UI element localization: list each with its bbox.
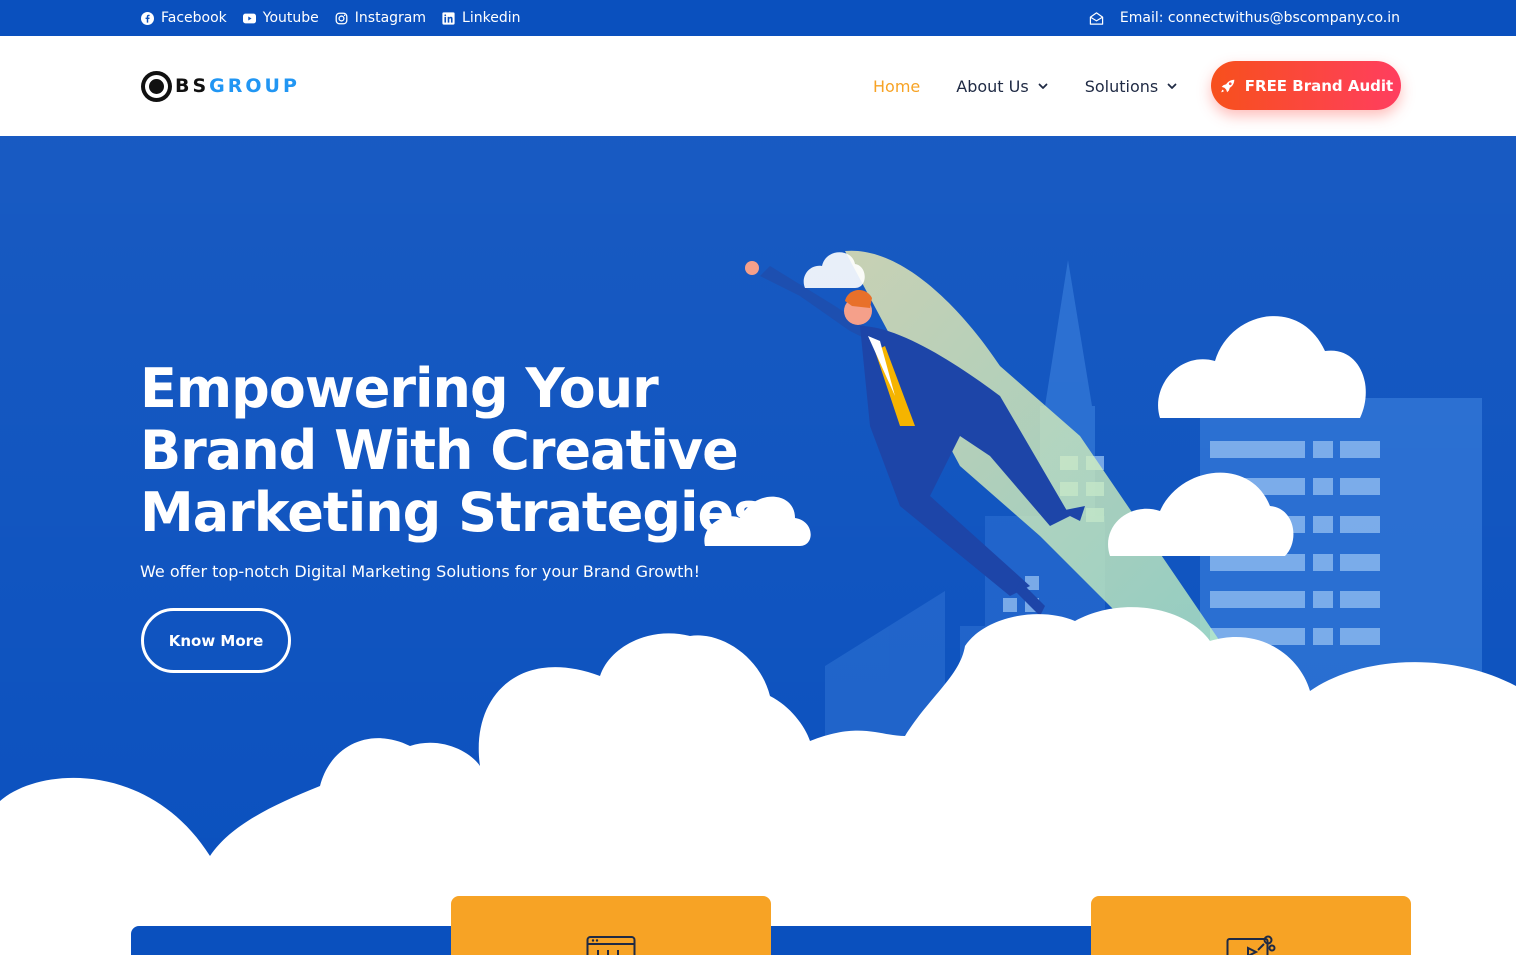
facebook-label: Facebook	[161, 10, 227, 26]
contact-info: Email: connectwithus@bscompany.co.in	[1089, 0, 1400, 36]
feature-card[interactable]	[451, 896, 771, 955]
nav-about-us[interactable]: About Us	[956, 77, 1048, 96]
nav-solutions-label: Solutions	[1084, 76, 1159, 96]
logo-mark-icon	[141, 70, 172, 102]
nav-home[interactable]: Home	[873, 77, 920, 96]
envelope-open-icon	[1089, 11, 1104, 25]
hero-title-line: Marketing Strategies	[140, 481, 765, 544]
logo-text-bs: BS	[175, 75, 210, 97]
hero-subtitle: We offer top-notch Digital Marketing Sol…	[140, 562, 700, 581]
logo-text-group: GROUP	[209, 75, 300, 97]
instagram-link[interactable]: Instagram	[335, 10, 426, 26]
linkedin-label: Linkedin	[462, 10, 521, 26]
chevron-down-icon	[1167, 83, 1177, 89]
youtube-label: Youtube	[262, 10, 319, 26]
site-logo[interactable]: BS GROUP	[141, 70, 300, 102]
instagram-icon	[335, 12, 348, 24]
linkedin-link[interactable]: Linkedin	[442, 10, 520, 26]
facebook-icon	[141, 11, 154, 25]
nav-solutions[interactable]: Solutions	[1085, 77, 1179, 96]
email-text[interactable]: Email: connectwithus@bscompany.co.in	[1120, 10, 1400, 26]
hero-section: Empowering Your Brand With Creative Mark…	[0, 136, 1516, 955]
main-nav: Home About Us Solutions	[873, 36, 1178, 136]
logo-text: BS GROUP	[175, 75, 300, 97]
youtube-link[interactable]: Youtube	[242, 10, 319, 26]
social-links: Facebook Youtube Instagram Linkedin	[141, 0, 520, 36]
hero-title-line: Brand With Creative	[140, 419, 739, 482]
hero-illustration	[0, 136, 1516, 955]
site-header: BS GROUP Home About Us Solutions FREE Br…	[0, 36, 1516, 136]
top-bar: Facebook Youtube Instagram Linkedin Emai…	[0, 0, 1516, 36]
hero-title: Empowering Your Brand With Creative Mark…	[140, 358, 820, 544]
calendar-icon	[586, 936, 636, 955]
linkedin-icon	[442, 11, 455, 25]
instagram-label: Instagram	[354, 10, 427, 26]
know-more-button[interactable]: Know More	[141, 608, 291, 673]
hero-title-line: Empowering Your	[140, 357, 659, 420]
nav-about-label: About Us	[956, 76, 1029, 96]
youtube-icon	[242, 13, 256, 23]
free-brand-audit-button[interactable]: FREE Brand Audit	[1211, 61, 1401, 110]
facebook-link[interactable]: Facebook	[141, 10, 227, 26]
rocket-icon	[1221, 79, 1235, 92]
nav-home-label: Home	[873, 76, 921, 96]
presentation-chart-icon	[1226, 935, 1276, 955]
cta-label: FREE Brand Audit	[1244, 76, 1394, 95]
feature-card[interactable]	[1091, 896, 1411, 955]
chevron-down-icon	[1038, 83, 1048, 89]
